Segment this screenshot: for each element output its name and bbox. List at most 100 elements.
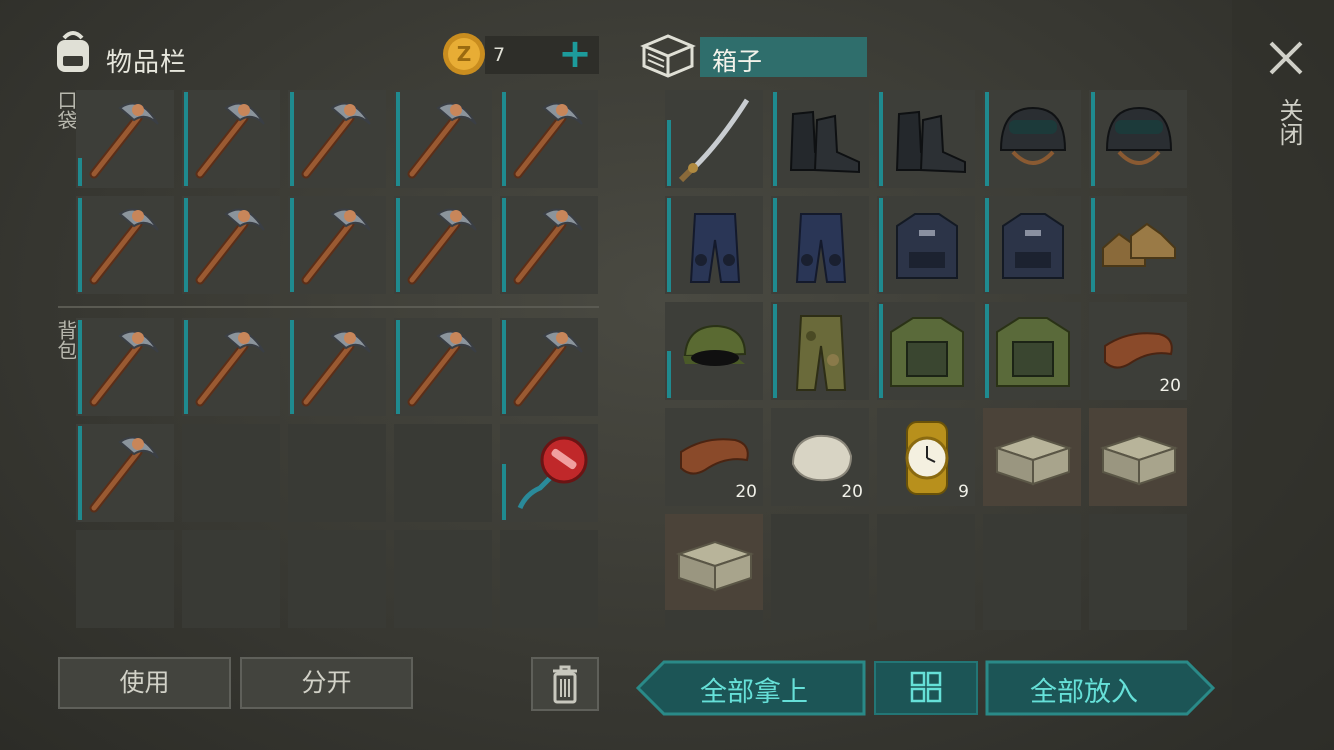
- durability-bar: [78, 426, 82, 520]
- backpack-slot[interactable]: [182, 424, 280, 522]
- add-coins-button[interactable]: +: [556, 34, 594, 74]
- box-slot[interactable]: [877, 196, 975, 294]
- durability-bar: [78, 198, 82, 292]
- katana-icon: [678, 98, 750, 183]
- partial-slot: [665, 610, 763, 630]
- backpack-slot[interactable]: [500, 318, 598, 416]
- pocket-slot[interactable]: [76, 90, 174, 188]
- trash-button[interactable]: [531, 657, 599, 711]
- inventory-title: 物品栏: [106, 48, 188, 78]
- box-slot[interactable]: 20: [771, 408, 869, 506]
- backpack-slot[interactable]: [394, 424, 492, 522]
- pocket-slot[interactable]: [500, 196, 598, 294]
- close-icon[interactable]: [1266, 38, 1306, 78]
- box-slot[interactable]: [983, 514, 1081, 612]
- pickaxe-icon: [89, 208, 159, 285]
- box-slot[interactable]: [877, 514, 975, 612]
- box-slot[interactable]: [665, 90, 763, 188]
- box-slot[interactable]: [983, 90, 1081, 188]
- box-slot[interactable]: [1089, 514, 1187, 612]
- split-button[interactable]: 分开: [240, 657, 413, 709]
- layout-toggle-button[interactable]: [874, 661, 978, 715]
- box-slot[interactable]: [877, 302, 975, 400]
- crate-icon: [1099, 434, 1179, 486]
- durability-bar: [1091, 92, 1095, 186]
- box-slot[interactable]: [665, 514, 763, 612]
- partial-slot: [1089, 610, 1187, 630]
- pickaxe-icon: [301, 330, 371, 407]
- box-slot[interactable]: [983, 302, 1081, 400]
- durability-bar: [78, 158, 82, 186]
- backpack-slot[interactable]: [500, 424, 598, 522]
- pickaxe-icon: [195, 330, 265, 407]
- durability-bar: [78, 320, 82, 414]
- pickaxe-icon: [513, 208, 583, 285]
- durability-bar: [290, 92, 294, 186]
- pickaxe-icon: [89, 102, 159, 179]
- durability-bar: [502, 320, 506, 414]
- pickaxe-icon: [513, 330, 583, 407]
- backpack-slot[interactable]: [182, 530, 280, 628]
- durability-bar: [396, 320, 400, 414]
- backpack-slot[interactable]: [394, 530, 492, 628]
- camo-vest-icon: [890, 317, 964, 387]
- box-slot[interactable]: [771, 302, 869, 400]
- backpack-slot[interactable]: [394, 318, 492, 416]
- box-slot[interactable]: [665, 302, 763, 400]
- partial-slot: [983, 610, 1081, 630]
- box-title-bar: 箱子: [700, 37, 867, 77]
- pocket-slot[interactable]: [500, 90, 598, 188]
- backpack-slot[interactable]: [76, 318, 174, 416]
- box-slot[interactable]: [1089, 408, 1187, 506]
- pocket-slot[interactable]: [182, 196, 280, 294]
- box-slot[interactable]: [983, 196, 1081, 294]
- box-slot[interactable]: 20: [1089, 302, 1187, 400]
- backpack-slot[interactable]: [500, 530, 598, 628]
- vest-icon: [1002, 213, 1064, 279]
- pocket-slot[interactable]: [288, 90, 386, 188]
- pocket-slot[interactable]: [394, 90, 492, 188]
- pickaxe-icon: [195, 102, 265, 179]
- backpack-slot[interactable]: [182, 318, 280, 416]
- durability-bar: [985, 92, 989, 186]
- crate-icon: [675, 540, 755, 592]
- pickaxe-icon: [407, 102, 477, 179]
- box-slot[interactable]: [771, 90, 869, 188]
- boots-icon: [789, 110, 860, 174]
- durability-bar: [184, 92, 188, 186]
- box-slot[interactable]: 20: [665, 408, 763, 506]
- pocket-slot[interactable]: [182, 90, 280, 188]
- backpack-slot[interactable]: [288, 424, 386, 522]
- backpack-slot[interactable]: [76, 424, 174, 522]
- box-slot[interactable]: [665, 196, 763, 294]
- put-all-label: 全部放入: [1030, 677, 1138, 708]
- box-slot[interactable]: [1089, 196, 1187, 294]
- close-label[interactable]: 关闭: [1272, 98, 1307, 146]
- partial-slot: [771, 610, 869, 630]
- shoes-icon: [1102, 222, 1176, 267]
- pickaxe-icon: [195, 208, 265, 285]
- backpack-slot[interactable]: [76, 530, 174, 628]
- pocket-slot[interactable]: [76, 196, 174, 294]
- box-slot[interactable]: [983, 408, 1081, 506]
- item-count: 20: [1159, 376, 1181, 396]
- durability-bar: [290, 320, 294, 414]
- durability-bar: [667, 351, 671, 398]
- box-slot[interactable]: [771, 514, 869, 612]
- box-slot[interactable]: 9: [877, 408, 975, 506]
- pocket-slot[interactable]: [394, 196, 492, 294]
- pickaxe-icon: [301, 102, 371, 179]
- pocket-slot[interactable]: [288, 196, 386, 294]
- backpack-slot[interactable]: [288, 318, 386, 416]
- item-count: 9: [958, 482, 969, 502]
- coin-count: 7: [493, 44, 506, 66]
- use-button[interactable]: 使用: [58, 657, 231, 709]
- grid-icon: [910, 671, 942, 703]
- durability-bar: [502, 464, 506, 520]
- box-slot[interactable]: [1089, 90, 1187, 188]
- box-slot[interactable]: [877, 90, 975, 188]
- durability-bar: [396, 198, 400, 292]
- box-slot[interactable]: [771, 196, 869, 294]
- backpack-slot[interactable]: [288, 530, 386, 628]
- svg-text:Z: Z: [457, 42, 472, 66]
